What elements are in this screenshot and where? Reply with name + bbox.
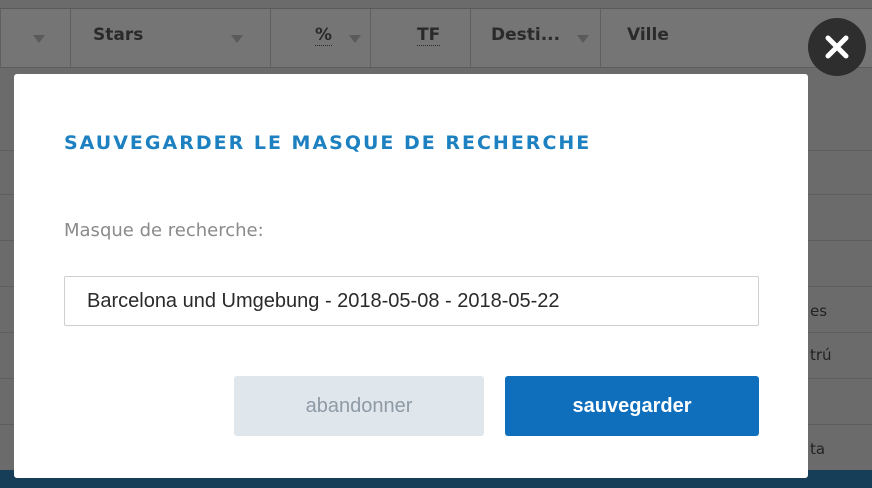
- column-label: Desti...: [491, 25, 561, 45]
- column-label: TF: [417, 25, 441, 46]
- column-header-stars[interactable]: Stars: [70, 9, 270, 67]
- cancel-button[interactable]: abandonner: [234, 376, 484, 436]
- column-header-0[interactable]: [0, 9, 70, 67]
- filter-icon[interactable]: [33, 35, 45, 43]
- save-search-mask-dialog: SAUVEGARDER LE MASQUE DE RECHERCHE Masqu…: [14, 74, 808, 478]
- column-label: Ville: [627, 25, 669, 45]
- column-label: Stars: [93, 25, 144, 45]
- table-cell: ta: [810, 440, 826, 458]
- column-header-destination[interactable]: Desti...: [470, 9, 600, 67]
- close-icon: [825, 35, 849, 59]
- column-label: %: [315, 25, 333, 46]
- search-mask-label: Masque de recherche:: [64, 220, 264, 241]
- column-header-percent[interactable]: %: [270, 9, 370, 67]
- dialog-title: SAUVEGARDER LE MASQUE DE RECHERCHE: [64, 132, 592, 154]
- close-button[interactable]: [808, 18, 866, 76]
- table-header: Stars % TF Desti... Ville: [0, 8, 872, 68]
- filter-icon[interactable]: [577, 35, 589, 43]
- filter-icon[interactable]: [231, 35, 243, 43]
- save-button[interactable]: sauvegarder: [505, 376, 759, 436]
- filter-icon[interactable]: [349, 35, 361, 43]
- table-cell: trú: [810, 346, 832, 364]
- column-header-tf[interactable]: TF: [370, 9, 470, 67]
- table-cell: es: [810, 302, 828, 320]
- search-mask-input[interactable]: [64, 276, 759, 326]
